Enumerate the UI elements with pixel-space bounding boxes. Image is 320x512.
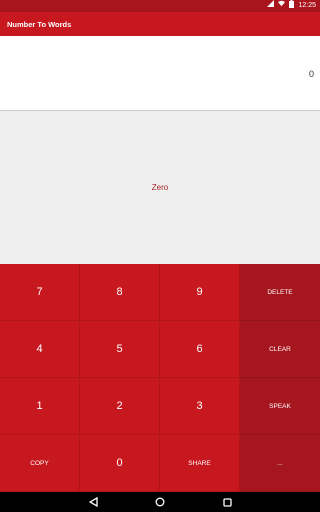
wifi-icon	[278, 0, 286, 12]
status-bar: 12:25	[0, 0, 320, 12]
nav-bar	[0, 492, 320, 512]
number-value: 0	[308, 68, 314, 79]
back-icon[interactable]	[87, 496, 99, 508]
clear-button[interactable]: CLEAR	[240, 321, 320, 378]
words-value: Zero	[151, 183, 169, 192]
key-1[interactable]: 1	[0, 378, 80, 435]
key-7[interactable]: 7	[0, 264, 80, 321]
speak-button[interactable]: SPEAK	[240, 378, 320, 435]
app-title: Number To Words	[7, 19, 72, 29]
key-3[interactable]: 3	[160, 378, 240, 435]
key-5[interactable]: 5	[80, 321, 160, 378]
number-display: 0	[0, 36, 320, 111]
key-6[interactable]: 6	[160, 321, 240, 378]
words-display: Zero	[0, 111, 320, 264]
delete-button[interactable]: DELETE	[240, 264, 320, 321]
key-8[interactable]: 8	[80, 264, 160, 321]
share-button[interactable]: SHARE	[160, 435, 240, 492]
key-4[interactable]: 4	[0, 321, 80, 378]
key-2[interactable]: 2	[80, 378, 160, 435]
keypad: 7 8 9 DELETE 4 5 6 CLEAR 1 2 3 SPEAK COP…	[0, 264, 320, 492]
key-9[interactable]: 9	[160, 264, 240, 321]
status-time: 12:25	[298, 2, 316, 9]
recents-icon[interactable]	[221, 496, 233, 508]
key-0[interactable]: 0	[80, 435, 160, 492]
copy-button[interactable]: COPY	[0, 435, 80, 492]
battery-icon	[289, 0, 295, 13]
more-button[interactable]: ...	[240, 435, 320, 492]
app-bar: Number To Words	[0, 12, 320, 36]
signal-icon	[267, 0, 275, 12]
home-icon[interactable]	[154, 496, 166, 508]
